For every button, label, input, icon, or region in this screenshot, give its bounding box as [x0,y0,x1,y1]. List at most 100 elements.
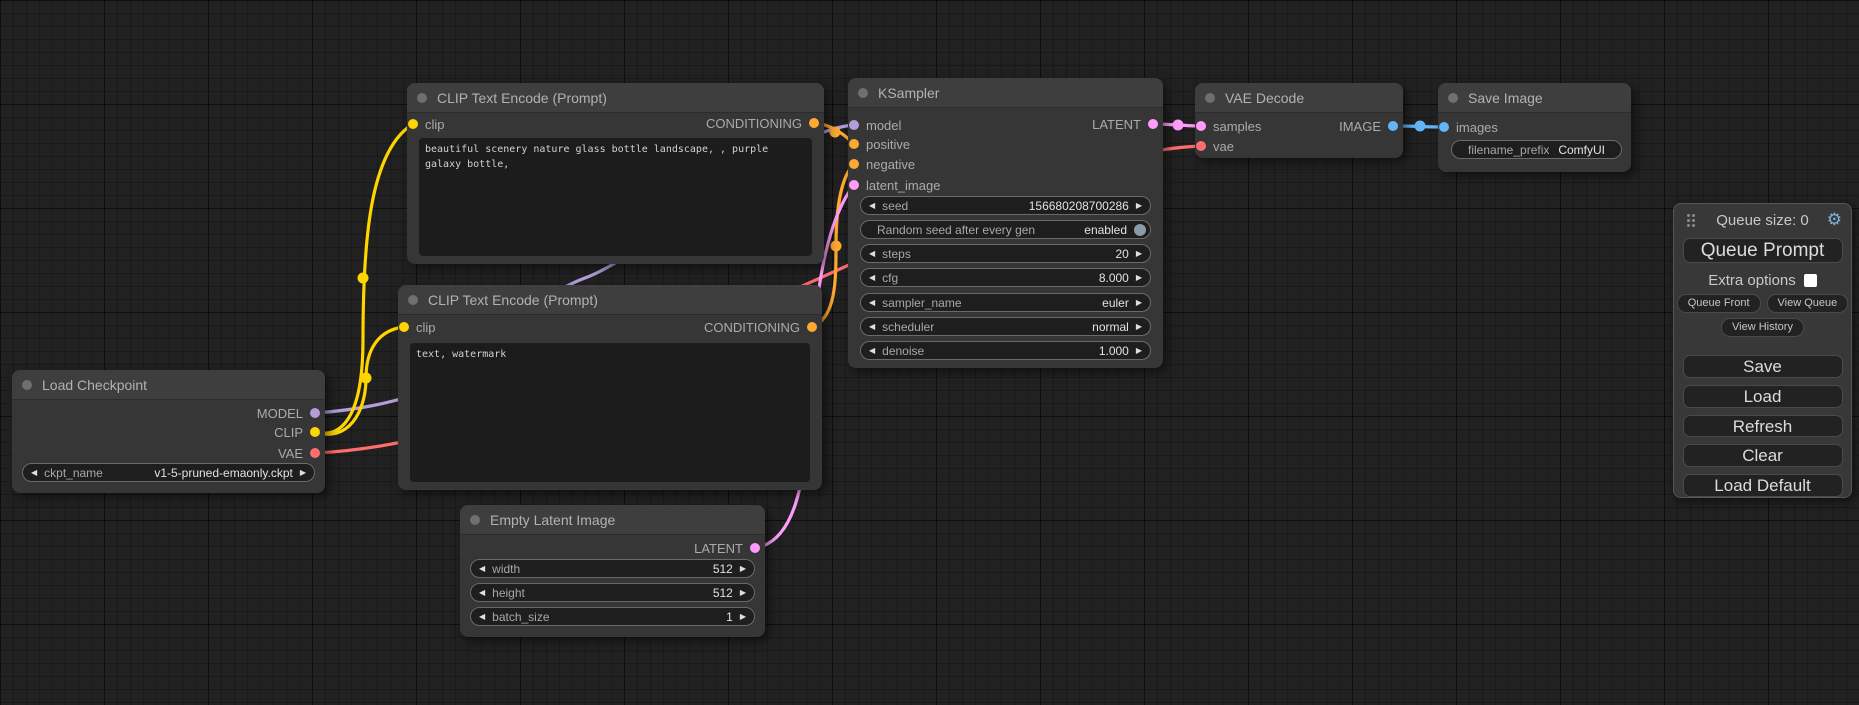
widget-ckpt-name[interactable]: ◀ ckpt_name v1-5-pruned-emaonly.ckpt ▶ [22,463,315,482]
node-save-image-titlebar[interactable]: Save Image [1438,83,1631,113]
widget-seed[interactable]: ◀ seed 156680208700286 ▶ [860,196,1151,215]
node-load-checkpoint[interactable]: Load Checkpoint MODEL CLIP VAE ◀ ckpt_na… [12,370,325,493]
node-vae-decode[interactable]: VAE Decode samples vae IMAGE [1195,83,1403,158]
decrement-arrow-icon[interactable]: ◀ [479,589,485,597]
node-clip-text-encode-positive-titlebar[interactable]: CLIP Text Encode (Prompt) [407,83,824,113]
input-label: clip [425,117,445,132]
collapse-dot-icon[interactable] [470,515,480,525]
settings-gear-icon[interactable]: ⚙ [1827,210,1842,230]
node-graph-canvas[interactable]: Load Checkpoint MODEL CLIP VAE ◀ ckpt_na… [0,0,1859,705]
widget-value: 1.000 [1099,344,1129,358]
clip-output-port[interactable] [310,427,320,437]
node-clip-text-encode-negative[interactable]: CLIP Text Encode (Prompt) clip CONDITION… [398,285,822,490]
widget-denoise[interactable]: ◀ denoise 1.000 ▶ [860,341,1151,360]
collapse-dot-icon[interactable] [1205,93,1215,103]
widget-label: Random seed after every gen [877,223,1035,237]
node-vae-decode-titlebar[interactable]: VAE Decode [1195,83,1403,113]
decrement-arrow-icon[interactable]: ◀ [869,274,875,282]
prompt-textarea[interactable]: text, watermark [410,343,810,482]
clip-input-port[interactable] [408,119,418,129]
widget-label: width [492,562,520,576]
latent-image-input-port[interactable] [849,180,859,190]
node-empty-latent-image-titlebar[interactable]: Empty Latent Image [460,505,765,535]
node-empty-latent-image[interactable]: Empty Latent Image LATENT ◀ width 512 ▶ … [460,505,765,637]
positive-input-port[interactable] [849,139,859,149]
decrement-arrow-icon[interactable]: ◀ [869,202,875,210]
increment-arrow-icon[interactable]: ▶ [740,565,746,573]
increment-arrow-icon[interactable]: ▶ [1136,347,1142,355]
increment-arrow-icon[interactable]: ▶ [1136,299,1142,307]
save-button[interactable]: Save [1683,355,1843,378]
prompt-textarea[interactable]: beautiful scenery nature glass bottle la… [419,138,812,256]
clear-button[interactable]: Clear [1683,444,1843,467]
load-button[interactable]: Load [1683,385,1843,408]
decrement-arrow-icon[interactable]: ◀ [869,250,875,258]
collapse-dot-icon[interactable] [1448,93,1458,103]
conditioning-output-port[interactable] [807,322,817,332]
widget-random-seed-toggle[interactable]: Random seed after every gen enabled [860,220,1151,239]
increment-arrow-icon[interactable]: ▶ [740,589,746,597]
widget-height[interactable]: ◀ height 512 ▶ [470,583,755,602]
view-history-button[interactable]: View History [1721,318,1804,337]
collapse-dot-icon[interactable] [22,380,32,390]
node-clip-text-encode-negative-titlebar[interactable]: CLIP Text Encode (Prompt) [398,285,822,315]
widget-sampler-name[interactable]: ◀ sampler_name euler ▶ [860,293,1151,312]
increment-arrow-icon[interactable]: ▶ [1136,202,1142,210]
increment-arrow-icon[interactable]: ▶ [740,613,746,621]
increment-arrow-icon[interactable]: ▶ [1136,323,1142,331]
increment-arrow-icon[interactable]: ▶ [1136,250,1142,258]
collapse-dot-icon[interactable] [408,295,418,305]
queue-front-button[interactable]: Queue Front [1677,294,1761,313]
decrement-arrow-icon[interactable]: ◀ [31,469,37,477]
input-slot-negative: negative [849,154,915,174]
negative-input-port[interactable] [849,159,859,169]
latent-output-port[interactable] [1148,119,1158,129]
queue-prompt-button[interactable]: Queue Prompt [1683,238,1843,263]
clip-input-port[interactable] [399,322,409,332]
extra-options-checkbox[interactable] [1804,274,1817,287]
queue-panel: Queue size: 0 ⚙ Queue Prompt Extra optio… [1673,203,1852,498]
widget-scheduler[interactable]: ◀ scheduler normal ▶ [860,317,1151,336]
vae-output-port[interactable] [310,448,320,458]
increment-arrow-icon[interactable]: ▶ [300,469,306,477]
decrement-arrow-icon[interactable]: ◀ [869,347,875,355]
images-input-port[interactable] [1439,122,1449,132]
input-slot-images: images [1439,117,1498,137]
widget-cfg[interactable]: ◀ cfg 8.000 ▶ [860,268,1151,287]
decrement-arrow-icon[interactable]: ◀ [869,323,875,331]
toggle-knob-icon[interactable] [1134,224,1146,236]
link-dot-conditioning-negative [831,241,842,252]
node-title: VAE Decode [1225,90,1304,106]
widget-batch-size[interactable]: ◀ batch_size 1 ▶ [470,607,755,626]
output-label: CONDITIONING [706,116,802,131]
link-dot-clip-negative [361,373,372,384]
image-output-port[interactable] [1388,121,1398,131]
node-ksampler-titlebar[interactable]: KSampler [848,78,1163,108]
node-load-checkpoint-titlebar[interactable]: Load Checkpoint [12,370,325,400]
widget-steps[interactable]: ◀ steps 20 ▶ [860,244,1151,263]
input-label: samples [1213,119,1261,134]
widget-width[interactable]: ◀ width 512 ▶ [470,559,755,578]
decrement-arrow-icon[interactable]: ◀ [869,299,875,307]
extra-options-row: Extra options [1708,272,1817,289]
view-queue-button[interactable]: View Queue [1767,294,1849,313]
collapse-dot-icon[interactable] [858,88,868,98]
collapse-dot-icon[interactable] [417,93,427,103]
refresh-button[interactable]: Refresh [1683,415,1843,438]
load-default-button[interactable]: Load Default [1683,474,1843,497]
conditioning-output-port[interactable] [809,118,819,128]
model-input-port[interactable] [849,120,859,130]
samples-input-port[interactable] [1196,121,1206,131]
node-ksampler[interactable]: KSampler model positive negative latent_… [848,78,1163,368]
input-label: images [1456,120,1498,135]
decrement-arrow-icon[interactable]: ◀ [479,613,485,621]
node-clip-text-encode-positive[interactable]: CLIP Text Encode (Prompt) clip CONDITION… [407,83,824,264]
increment-arrow-icon[interactable]: ▶ [1136,274,1142,282]
model-output-port[interactable] [310,408,320,418]
input-slot-model: model [849,115,901,135]
latent-output-port[interactable] [750,543,760,553]
decrement-arrow-icon[interactable]: ◀ [479,565,485,573]
vae-input-port[interactable] [1196,141,1206,151]
widget-filename-prefix[interactable]: filename_prefix ComfyUI [1451,140,1622,159]
node-save-image[interactable]: Save Image images filename_prefix ComfyU… [1438,83,1631,172]
